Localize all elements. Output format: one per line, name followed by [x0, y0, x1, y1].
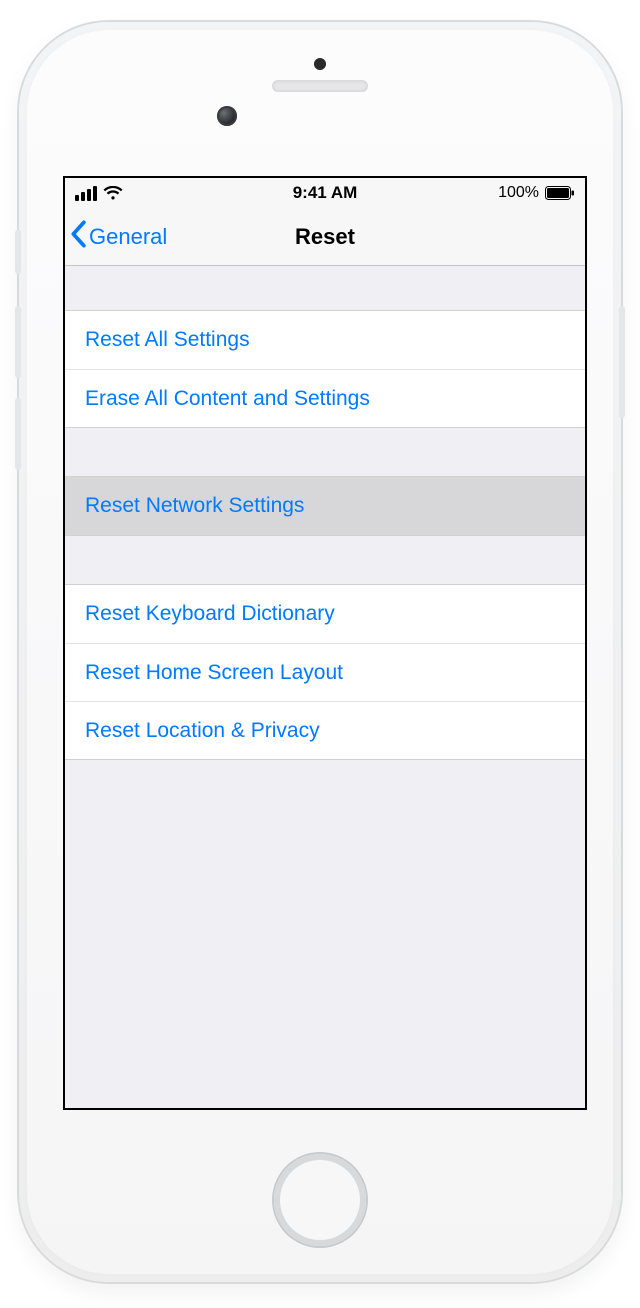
- cell-label: Reset Network Settings: [85, 494, 304, 518]
- reset-group-other: Reset Keyboard Dictionary Reset Home Scr…: [65, 584, 585, 760]
- chevron-left-icon: [69, 220, 87, 254]
- back-button[interactable]: General: [65, 220, 167, 254]
- cell-label: Reset Keyboard Dictionary: [85, 602, 335, 626]
- cell-label: Reset Home Screen Layout: [85, 661, 343, 685]
- power-button: [619, 306, 625, 418]
- phone-chassis: 9:41 AM 100% General Reset: [19, 22, 621, 1282]
- reset-keyboard-dictionary-cell[interactable]: Reset Keyboard Dictionary: [65, 585, 585, 643]
- volume-down-button: [15, 398, 21, 470]
- reset-network-settings-cell[interactable]: Reset Network Settings: [65, 477, 585, 535]
- reset-group-network: Reset Network Settings: [65, 476, 585, 536]
- status-bar: 9:41 AM 100%: [65, 178, 585, 208]
- reset-location-privacy-cell[interactable]: Reset Location & Privacy: [65, 701, 585, 759]
- cell-label: Reset Location & Privacy: [85, 719, 320, 743]
- reset-group-general: Reset All Settings Erase All Content and…: [65, 310, 585, 428]
- cell-label: Erase All Content and Settings: [85, 387, 370, 411]
- back-button-label: General: [89, 224, 167, 250]
- reset-home-screen-layout-cell[interactable]: Reset Home Screen Layout: [65, 643, 585, 701]
- mute-switch: [15, 230, 21, 274]
- status-time: 9:41 AM: [293, 183, 358, 203]
- cell-signal-icon: [75, 186, 97, 201]
- battery-icon: [545, 186, 575, 200]
- cell-label: Reset All Settings: [85, 328, 250, 352]
- navigation-bar: General Reset: [65, 208, 585, 266]
- erase-all-content-cell[interactable]: Erase All Content and Settings: [65, 369, 585, 427]
- reset-all-settings-cell[interactable]: Reset All Settings: [65, 311, 585, 369]
- volume-up-button: [15, 306, 21, 378]
- home-button[interactable]: [274, 1154, 366, 1246]
- proximity-sensor: [314, 58, 326, 70]
- earpiece-speaker: [272, 80, 368, 92]
- battery-percentage: 100%: [498, 184, 539, 202]
- screen: 9:41 AM 100% General Reset: [63, 176, 587, 1110]
- front-camera: [217, 106, 237, 126]
- wifi-icon: [103, 186, 123, 201]
